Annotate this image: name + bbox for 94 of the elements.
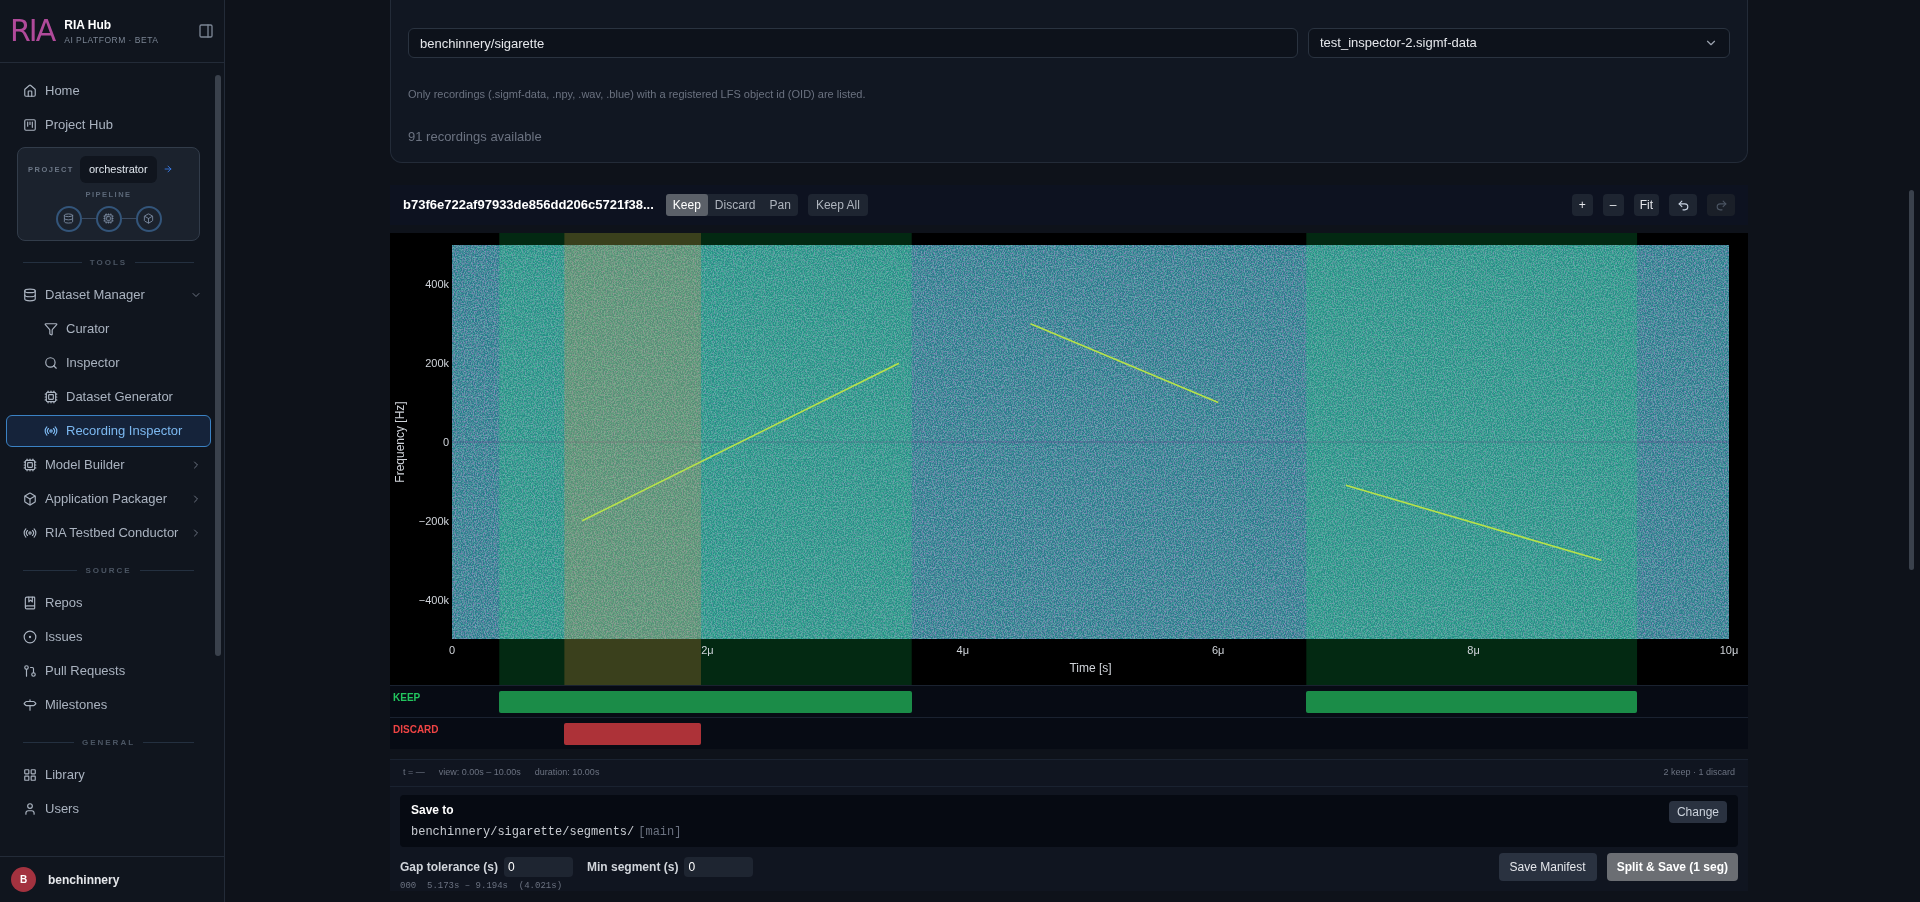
logo: RIA — [10, 16, 55, 46]
track-label: KEEP — [393, 691, 421, 705]
mode-button[interactable]: Pan — [762, 194, 798, 216]
zoom-button[interactable]: + — [1571, 194, 1593, 216]
avatar[interactable]: B — [11, 867, 36, 892]
section-heading: SOURCE — [85, 564, 132, 577]
sidebar-item[interactable]: Library — [6, 758, 211, 791]
save-manifest-button[interactable]: Save Manifest — [1498, 853, 1597, 881]
sidebar-item[interactable]: RIA Testbed Conductor — [6, 516, 211, 549]
keep-all-button[interactable]: Keep All — [807, 194, 868, 216]
min-segment-label: Min segment (s) — [587, 859, 679, 876]
x-axis-title: Time [s] — [1069, 661, 1112, 675]
sidebar-item[interactable]: Dataset Generator — [6, 380, 211, 413]
nav-icon — [23, 287, 37, 302]
nav-icon — [23, 801, 37, 816]
pipeline-step-icon[interactable] — [95, 205, 122, 232]
arrow-icon[interactable] — [162, 164, 173, 175]
cursor-readout: t = — — [403, 766, 425, 780]
nav-icon — [44, 355, 58, 370]
selection-readout: 000 5.173s – 9.194s (4.021s) — [400, 881, 564, 891]
recordings-count: 91 recordings available — [408, 127, 543, 146]
sidebar-item[interactable]: Model Builder — [6, 448, 211, 481]
x-tick-label: 2μ — [701, 644, 714, 656]
antenna-icon — [44, 423, 58, 438]
app-title: RIA Hub — [64, 16, 113, 34]
sidebar-item[interactable]: Pull Requests — [6, 654, 211, 687]
branch-label: [main] — [638, 824, 682, 841]
nav-icon — [23, 491, 37, 506]
page-scrollbar[interactable] — [1909, 190, 1914, 570]
nav-icon — [23, 525, 37, 540]
x-tick-label: 8μ — [1467, 644, 1480, 656]
segment-summary: 2 keep · 1 discard — [1663, 766, 1735, 780]
nav-icon — [23, 767, 37, 782]
y-tick-label: 400k — [425, 278, 449, 291]
sidebar-item[interactable]: Milestones — [6, 688, 211, 721]
section-heading: TOOLS — [89, 256, 128, 269]
save-to-title: Save to — [411, 802, 455, 819]
zoom-button[interactable]: – — [1602, 194, 1624, 216]
nav-icon — [23, 697, 37, 712]
nav-icon — [23, 663, 37, 678]
sidebar-item[interactable]: Users — [6, 792, 211, 825]
project-chip[interactable]: orchestrator — [79, 156, 157, 183]
x-tick-label: 0 — [448, 644, 456, 656]
zoom-button[interactable]: Fit — [1633, 194, 1659, 216]
nav-icon — [23, 457, 37, 472]
x-tick-label: 10μ — [1719, 644, 1739, 656]
y-tick-label: −200k — [418, 514, 449, 527]
panel-toggle-icon[interactable] — [198, 23, 214, 39]
gap-tolerance-label: Gap tolerance (s) — [400, 859, 499, 876]
y-tick-label: −400k — [418, 593, 449, 606]
sidebar-item[interactable]: Home — [6, 75, 211, 107]
sidebar-item[interactable]: Recording Inspector — [6, 414, 211, 447]
y-tick-label: 200k — [425, 357, 449, 370]
view-range: view: 0.00s – 10.00s — [438, 766, 521, 780]
recording-dropdown[interactable]: test_inspector-2.sigmf-data — [1308, 28, 1730, 58]
nav-icon — [23, 84, 37, 98]
change-button[interactable]: Change — [1668, 801, 1727, 823]
pipeline-step-icon[interactable] — [55, 205, 82, 232]
scrollbar[interactable] — [215, 75, 221, 656]
y-tick-label: 0 — [442, 436, 449, 448]
split-save-button[interactable]: Split & Save (1 seg) — [1606, 853, 1738, 881]
pipeline-step-icon[interactable] — [135, 205, 162, 232]
sidebar-item[interactable]: Issues — [6, 620, 211, 653]
track-label: DISCARD — [393, 723, 439, 737]
sidebar-item[interactable]: Dataset Manager — [6, 278, 211, 311]
file-name: b73f6e722af97933de856dd206c5721f38... — [403, 196, 654, 215]
undo-button[interactable] — [1669, 194, 1697, 216]
duration-readout: duration: 10.00s — [534, 766, 600, 780]
sidebar-item[interactable]: Repos — [6, 586, 211, 619]
sidebar-item[interactable]: Inspector — [6, 346, 211, 379]
user-name: benchinnery — [48, 871, 120, 889]
mode-button[interactable]: Discard — [707, 194, 763, 216]
help-text: Only recordings (.sigmf-data, .npy, .wav, .blue) with a registered LFS object id (OID) are listed. — [408, 87, 867, 102]
undo-arrow-icon — [1676, 198, 1690, 212]
mode-button[interactable]: Keep — [665, 194, 708, 216]
nav-icon — [44, 321, 58, 336]
sidebar-item[interactable]: Project Hub — [6, 109, 211, 141]
nav-icon — [23, 629, 37, 644]
redo-arrow-icon — [1714, 198, 1728, 212]
section-heading: GENERAL — [81, 736, 136, 749]
nav-icon — [23, 118, 37, 132]
y-axis-title: Frequency [Hz] — [393, 401, 407, 483]
spectrogram-plot[interactable]: 400k 200k 0 −200k −400k 0 2μ 4μ 6μ 8μ 10μ Frequency [Hz] Time [s] — [390, 233, 1748, 685]
x-tick-label: 6μ — [1211, 644, 1225, 656]
x-tick-label: 4μ — [956, 644, 970, 656]
sidebar-item[interactable]: Application Packager — [6, 482, 211, 515]
gap-tolerance-field[interactable]: 0 — [504, 857, 574, 877]
app-subtitle: AI PLATFORM · BETA — [64, 33, 160, 47]
repository-field[interactable]: benchinnery/sigarette — [408, 28, 1298, 58]
nav-icon — [44, 389, 58, 404]
nav-icon — [23, 595, 37, 610]
sidebar-item[interactable]: Curator — [6, 312, 211, 345]
save-path: benchinnery/sigarette/segments/ — [411, 824, 635, 841]
min-segment-field[interactable]: 0 — [684, 857, 754, 877]
